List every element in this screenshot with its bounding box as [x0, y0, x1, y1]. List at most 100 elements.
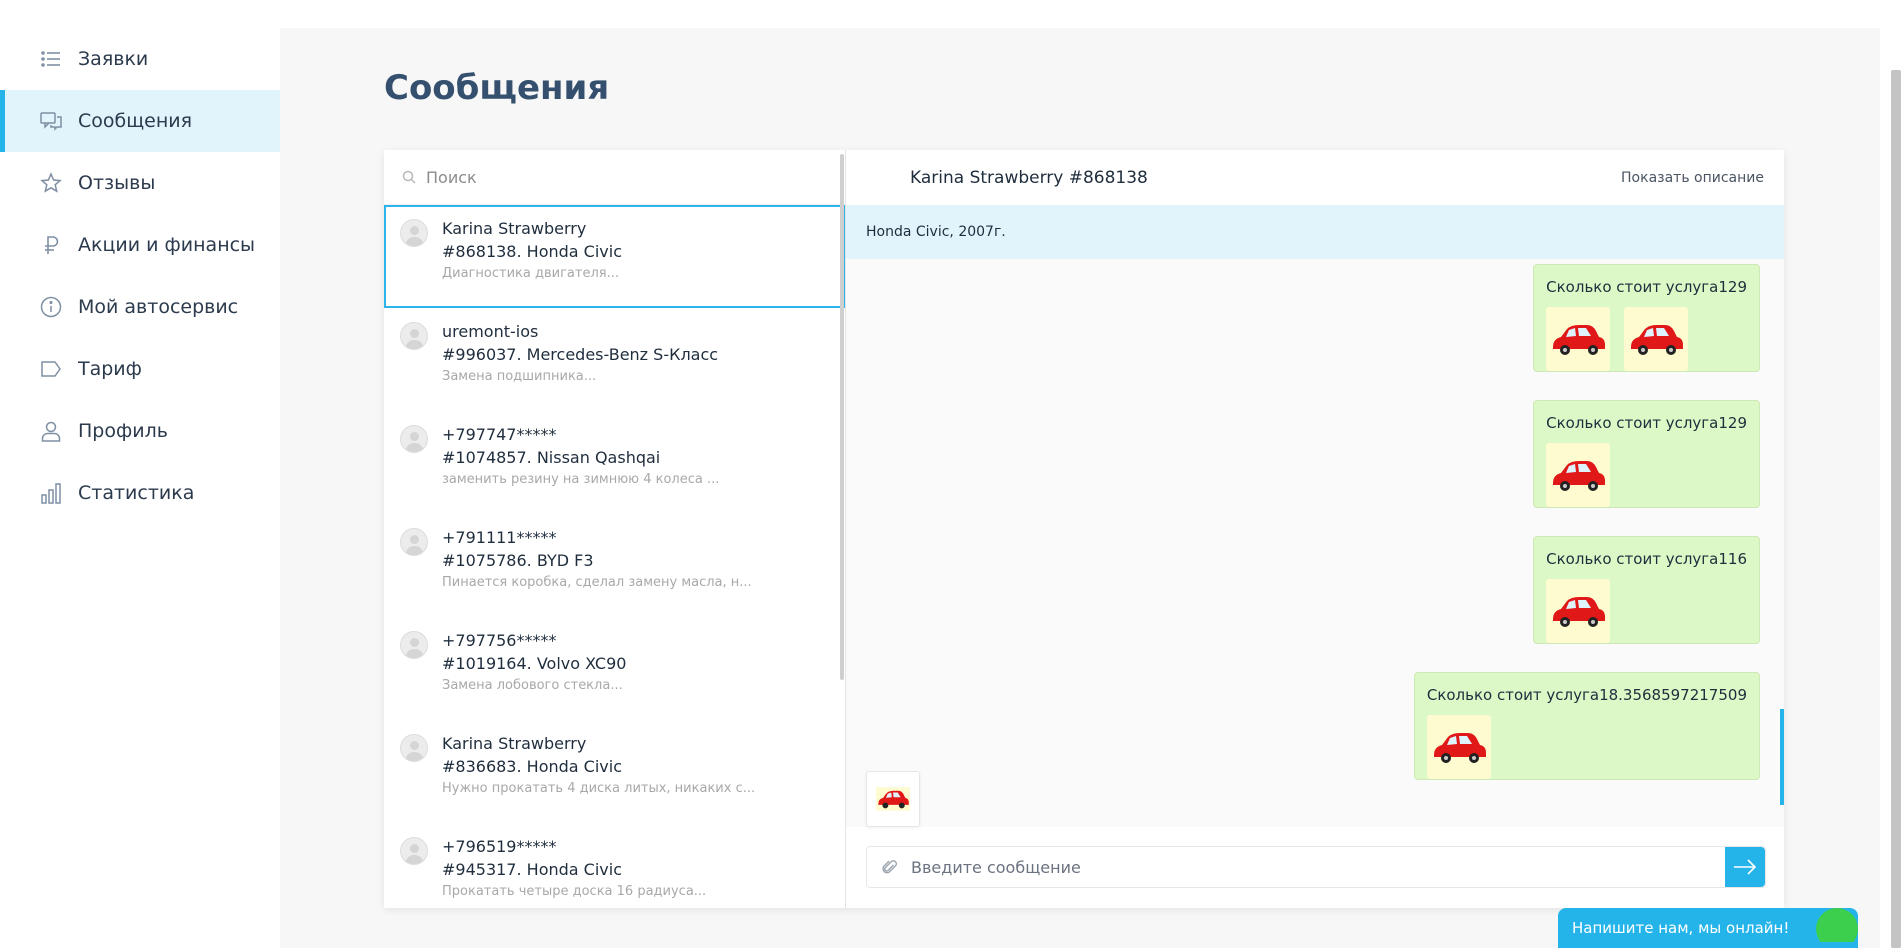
sidebar-item-tariff[interactable]: Тариф: [0, 338, 280, 400]
conversation-title: #996037. Mercedes-Benz S-Класс: [442, 345, 719, 364]
conversation-title: #945317. Honda Civic: [442, 860, 622, 879]
message-text: Сколько стоит услуга129: [1546, 278, 1747, 296]
chat-pane: Karina Strawberry #868138 Показать описа…: [846, 150, 1784, 908]
sidebar-item-label: Тариф: [78, 358, 142, 380]
conversation-preview: Прокатать четыре доска 16 радиуса...: [442, 884, 707, 899]
conversation-name: +796519*****: [442, 837, 557, 856]
search-icon: [402, 170, 416, 184]
incoming-image-thumbnail[interactable]: [866, 771, 920, 827]
main-content: Сообщения Karina Strawberry #868138. Hon…: [280, 28, 1880, 948]
sidebar-item-label: Заявки: [78, 48, 149, 70]
conversation-item[interactable]: +796519***** #945317. Honda Civic Прокат…: [384, 823, 845, 908]
conversation-item[interactable]: uremont-ios #996037. Mercedes-Benz S-Кла…: [384, 308, 845, 411]
conversation-item[interactable]: Karina Strawberry #836683. Honda Civic Н…: [384, 720, 845, 823]
message-thread: Сколько стоит услуга129 Сколько стоит ус…: [846, 259, 1784, 827]
conversation-item[interactable]: +797756***** #1019164. Volvo XC90 Замена…: [384, 617, 845, 720]
car-icon: [1553, 597, 1606, 627]
list-icon: [40, 48, 62, 70]
car-image-thumbnail[interactable]: [1546, 579, 1611, 643]
car-info-bar: Honda Civic, 2007г.: [846, 205, 1784, 259]
message-thread-scrollbar[interactable]: [1780, 709, 1784, 805]
page-scrollbar[interactable]: [1888, 0, 1904, 948]
avatar: [400, 528, 428, 556]
sidebar-item-requests[interactable]: Заявки: [0, 28, 280, 90]
sidebar-item-reviews[interactable]: Отзывы: [0, 152, 280, 214]
conversation-preview: Диагностика двигателя...: [442, 266, 619, 281]
sidebar-item-label: Профиль: [78, 420, 168, 442]
car-image-thumbnail[interactable]: [1546, 307, 1611, 371]
page-title: Сообщения: [384, 68, 610, 108]
sidebar-item-label: Мой автосервис: [78, 296, 239, 318]
avatar: [400, 631, 428, 659]
car-icon: [1553, 461, 1606, 491]
bar-chart-icon: [40, 482, 62, 504]
chat-title: Karina Strawberry #868138: [910, 167, 1148, 188]
conversation-name: Karina Strawberry: [442, 734, 587, 753]
conversation-item[interactable]: Karina Strawberry #868138. Honda Civic Д…: [384, 205, 845, 308]
conversation-preview: Пинается коробка, сделал замену масла, н…: [442, 575, 752, 590]
search-bar: [384, 150, 845, 205]
ruble-icon: [40, 234, 62, 256]
conversation-title: #1075786. BYD F3: [442, 551, 594, 570]
page-scrollbar-thumb[interactable]: [1891, 70, 1901, 948]
messages-panel: Karina Strawberry #868138. Honda Civic Д…: [384, 150, 1784, 908]
conversation-preview: заменить резину на зимнюю 4 колеса ...: [442, 472, 720, 487]
conversation-list-scrollbar[interactable]: [840, 154, 844, 680]
sidebar-item-label: Акции и финансы: [78, 234, 256, 256]
sidebar-item-statistics[interactable]: Статистика: [0, 462, 280, 524]
avatar: [400, 322, 428, 350]
chat-header: Karina Strawberry #868138 Показать описа…: [846, 150, 1784, 205]
info-icon: [40, 296, 62, 318]
sidebar-item-promotions[interactable]: Акции и финансы: [0, 214, 280, 276]
send-button[interactable]: [1725, 847, 1765, 887]
user-icon: [40, 420, 62, 442]
avatar: [400, 425, 428, 453]
message-bubble: Сколько стоит услуга116: [1533, 536, 1760, 644]
avatar: [400, 837, 428, 865]
conversation-name: +797747*****: [442, 425, 557, 444]
conversation-item[interactable]: +791111***** #1075786. BYD F3 Пинается к…: [384, 514, 845, 617]
car-icon: [876, 787, 910, 811]
message-composer: [866, 846, 1766, 888]
message-bubble: Сколько стоит услуга129: [1533, 400, 1760, 508]
conversation-preview: Нужно прокатать 4 диска литых, никаких с…: [442, 781, 756, 796]
car-icon: [1631, 325, 1684, 355]
sidebar-item-messages[interactable]: Сообщения: [0, 90, 280, 152]
conversation-name: uremont-ios: [442, 322, 539, 341]
message-text: Сколько стоит услуга116: [1546, 550, 1747, 568]
avatar: [400, 219, 428, 247]
car-image-thumbnail[interactable]: [1546, 443, 1611, 507]
sidebar-item-my-service[interactable]: Мой автосервис: [0, 276, 280, 338]
conversation-list: Karina Strawberry #868138. Honda Civic Д…: [384, 150, 846, 908]
sidebar-item-profile[interactable]: Профиль: [0, 400, 280, 462]
conversation-item[interactable]: +797747***** #1074857. Nissan Qashqai за…: [384, 411, 845, 514]
conversation-title: #836683. Honda Civic: [442, 757, 622, 776]
conversation-preview: Замена подшипника...: [442, 369, 597, 384]
search-input[interactable]: [426, 167, 806, 187]
star-icon: [40, 172, 62, 194]
car-image-thumbnail[interactable]: [1426, 715, 1491, 779]
online-chat-label: Напишите нам, мы онлайн!: [1572, 919, 1790, 937]
conversation-title: #1019164. Volvo XC90: [442, 654, 627, 673]
conversation-name: Karina Strawberry: [442, 219, 587, 238]
show-description-link[interactable]: Показать описание: [1621, 170, 1764, 186]
tag-icon: [40, 358, 62, 380]
conversation-title: #1074857. Nissan Qashqai: [442, 448, 661, 467]
car-info: Honda Civic, 2007г.: [866, 224, 1006, 240]
car-image-thumbnail[interactable]: [1624, 307, 1689, 371]
car-icon: [1553, 325, 1606, 355]
sidebar-item-label: Сообщения: [78, 110, 193, 132]
message-text: Сколько стоит услуга18.3568597217509: [1426, 686, 1747, 704]
conversation-name: +791111*****: [442, 528, 557, 547]
sidebar-item-label: Отзывы: [78, 172, 156, 194]
sidebar-item-label: Статистика: [78, 482, 195, 504]
car-icon: [1433, 733, 1486, 763]
online-chat-widget[interactable]: Напишите нам, мы онлайн!: [1558, 908, 1858, 948]
conversation-title: #868138. Honda Civic: [442, 242, 622, 261]
paperclip-icon[interactable]: [881, 858, 899, 876]
message-bubble: Сколько стоит услуга129: [1533, 264, 1760, 372]
conversation-preview: Замена лобового стекла...: [442, 678, 623, 693]
message-input[interactable]: [911, 857, 1725, 877]
conversation-name: +797756*****: [442, 631, 557, 650]
message-bubble: Сколько стоит услуга18.3568597217509: [1413, 672, 1760, 780]
